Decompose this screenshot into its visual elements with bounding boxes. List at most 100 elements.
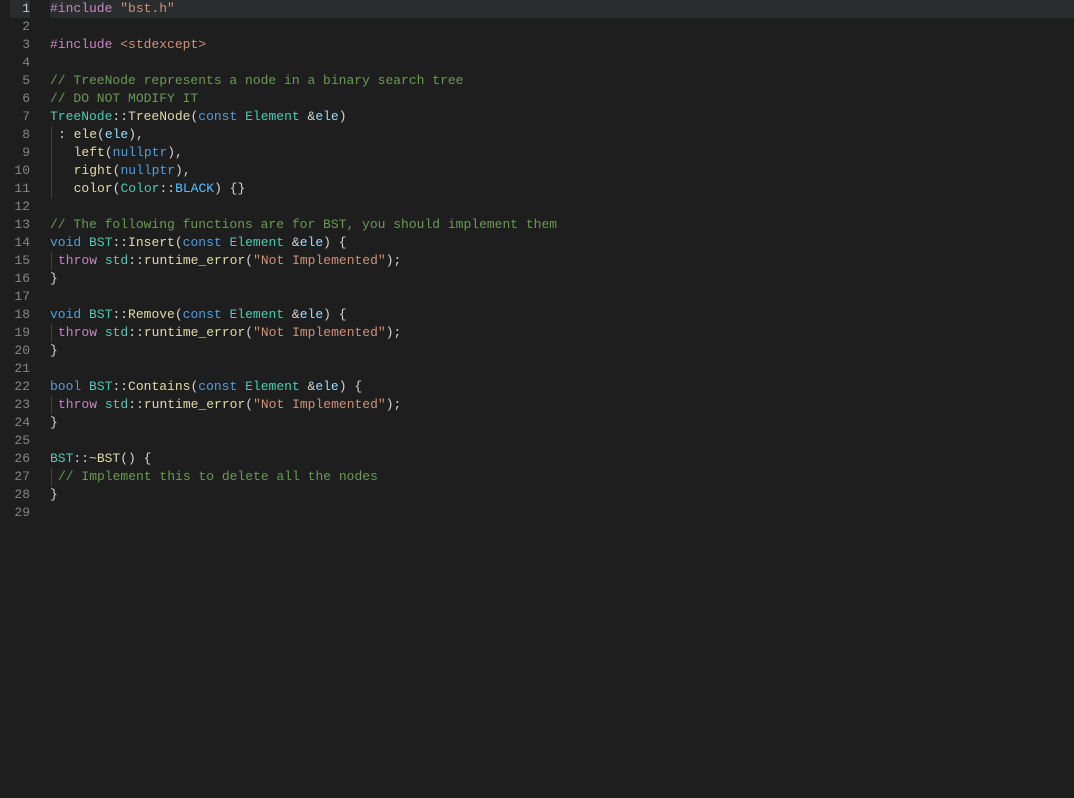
code-token [58, 163, 74, 178]
code-token: bool [50, 379, 81, 394]
line-number: 18 [10, 306, 30, 324]
line-number: 20 [10, 342, 30, 360]
code-line[interactable]: bool BST::Contains(const Element &ele) { [50, 378, 1074, 396]
code-token: std [105, 397, 128, 412]
code-token: throw [58, 253, 97, 268]
code-token: Element [230, 307, 285, 322]
code-token: :: [112, 109, 128, 124]
code-token: #include [50, 37, 112, 52]
code-token: ele [74, 127, 97, 142]
code-line[interactable]: left(nullptr), [50, 144, 1074, 162]
code-token: BST [97, 451, 120, 466]
code-token [81, 307, 89, 322]
code-token: void [50, 235, 81, 250]
code-token: "bst.h" [120, 1, 175, 16]
code-token [97, 253, 105, 268]
code-token: // The following functions are for BST, … [50, 217, 557, 232]
code-line[interactable] [50, 432, 1074, 450]
code-area[interactable]: #include "bst.h" #include <stdexcept> //… [44, 0, 1074, 798]
code-token: ), [128, 127, 144, 142]
code-line[interactable]: : ele(ele), [50, 126, 1074, 144]
code-token: ), [175, 163, 191, 178]
code-line[interactable]: // DO NOT MODIFY IT [50, 90, 1074, 108]
code-line[interactable]: TreeNode::TreeNode(const Element &ele) [50, 108, 1074, 126]
code-line[interactable]: #include <stdexcept> [50, 36, 1074, 54]
code-token: :: [112, 235, 128, 250]
code-line[interactable]: throw std::runtime_error("Not Implemente… [50, 396, 1074, 414]
code-line[interactable]: void BST::Insert(const Element &ele) { [50, 234, 1074, 252]
code-line[interactable]: #include "bst.h" [50, 0, 1074, 18]
code-token: const [183, 307, 222, 322]
code-editor[interactable]: 1234567891011121314151617181920212223242… [0, 0, 1074, 798]
line-number: 24 [10, 414, 30, 432]
line-number: 6 [10, 90, 30, 108]
line-number: 22 [10, 378, 30, 396]
code-token: "Not Implemented" [253, 253, 386, 268]
code-token: ele [300, 235, 323, 250]
code-token: } [50, 487, 58, 502]
code-line[interactable]: // The following functions are for BST, … [50, 216, 1074, 234]
code-line[interactable]: right(nullptr), [50, 162, 1074, 180]
code-token: BST [50, 451, 73, 466]
code-token: const [183, 235, 222, 250]
code-line[interactable]: throw std::runtime_error("Not Implemente… [50, 324, 1074, 342]
indent-guide: // Implement this to delete all the node… [51, 468, 378, 486]
code-token: // TreeNode represents a node in a binar… [50, 73, 463, 88]
code-token [58, 145, 74, 160]
code-token: & [284, 235, 300, 250]
code-token: // DO NOT MODIFY IT [50, 91, 198, 106]
code-token: color [74, 181, 113, 196]
code-token: std [105, 325, 128, 340]
code-token: ( [105, 145, 113, 160]
code-token: ) {} [214, 181, 245, 196]
code-line[interactable]: } [50, 270, 1074, 288]
line-number: 9 [10, 144, 30, 162]
code-token: ( [245, 325, 253, 340]
code-token [237, 379, 245, 394]
line-number: 4 [10, 54, 30, 72]
code-line[interactable] [50, 360, 1074, 378]
code-token: std [105, 253, 128, 268]
line-number: 23 [10, 396, 30, 414]
code-line[interactable]: } [50, 486, 1074, 504]
line-number-gutter: 1234567891011121314151617181920212223242… [0, 0, 44, 798]
indent-guide: : ele(ele), [51, 126, 144, 144]
code-token: :: [128, 253, 144, 268]
code-token: right [74, 163, 113, 178]
code-token: "Not Implemented" [253, 325, 386, 340]
code-token: ) { [339, 379, 362, 394]
code-line[interactable] [50, 504, 1074, 522]
code-token: BLACK [175, 181, 214, 196]
code-line[interactable]: void BST::Remove(const Element &ele) { [50, 306, 1074, 324]
code-token: // Implement this to delete all the node… [58, 469, 378, 484]
code-token: Element [230, 235, 285, 250]
code-line[interactable]: // Implement this to delete all the node… [50, 468, 1074, 486]
code-token [58, 181, 74, 196]
code-token: Insert [128, 235, 175, 250]
code-token: #include [50, 1, 112, 16]
code-token: Element [245, 379, 300, 394]
code-line[interactable] [50, 288, 1074, 306]
code-token [222, 307, 230, 322]
line-number: 12 [10, 198, 30, 216]
code-token: } [50, 415, 58, 430]
code-token: TreeNode [128, 109, 190, 124]
line-number: 5 [10, 72, 30, 90]
indent-guide: throw std::runtime_error("Not Implemente… [51, 252, 401, 270]
code-token: const [198, 379, 237, 394]
code-token: runtime_error [144, 397, 245, 412]
code-line[interactable]: } [50, 414, 1074, 432]
code-line[interactable]: // TreeNode represents a node in a binar… [50, 72, 1074, 90]
line-number: 3 [10, 36, 30, 54]
code-token: ( [175, 235, 183, 250]
code-line[interactable]: throw std::runtime_error("Not Implemente… [50, 252, 1074, 270]
code-line[interactable]: BST::~BST() { [50, 450, 1074, 468]
line-number: 25 [10, 432, 30, 450]
code-line[interactable] [50, 54, 1074, 72]
code-line[interactable]: } [50, 342, 1074, 360]
code-line[interactable] [50, 198, 1074, 216]
code-token: :: [128, 325, 144, 340]
code-line[interactable] [50, 18, 1074, 36]
code-line[interactable]: color(Color::BLACK) {} [50, 180, 1074, 198]
code-token: BST [89, 307, 112, 322]
